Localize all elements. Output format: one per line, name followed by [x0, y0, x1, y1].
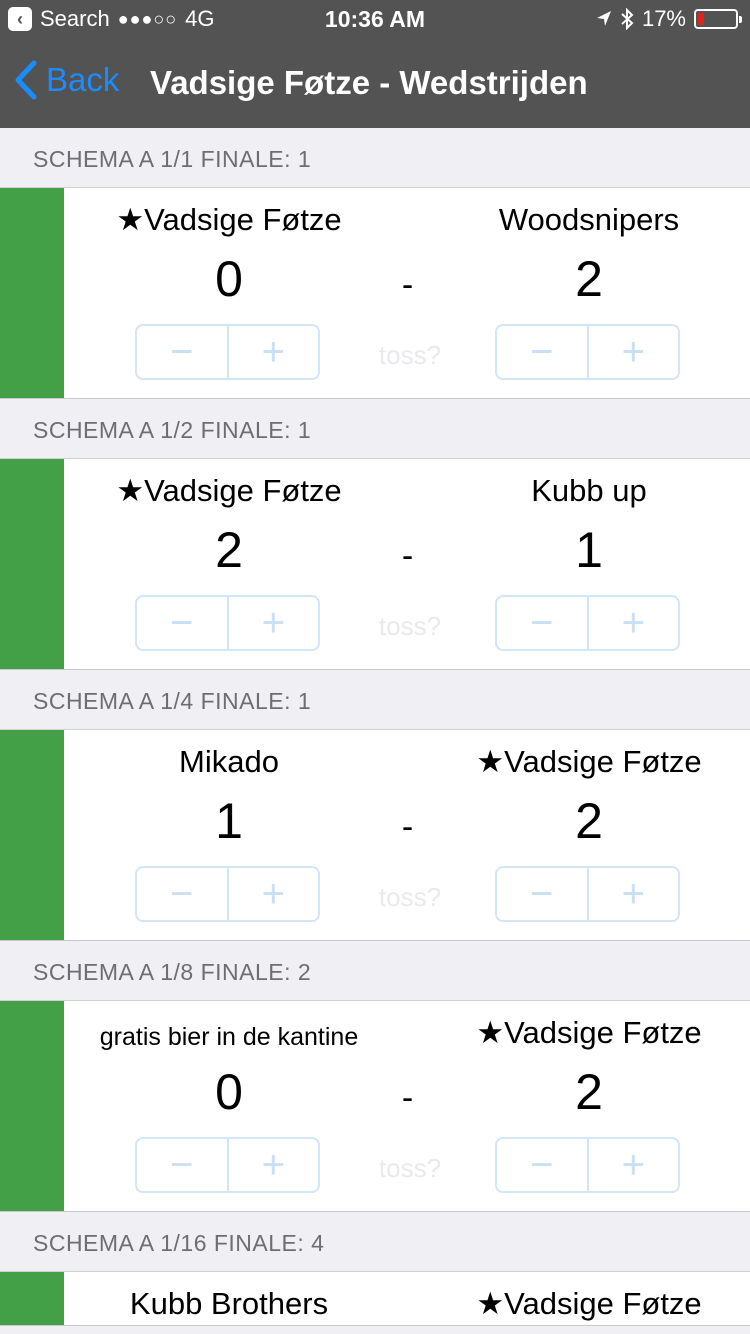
home-team-name: ★Vadsige Føtze: [116, 202, 342, 237]
match-row[interactable]: Kubb Brothers ★Vadsige Føtze: [0, 1272, 750, 1326]
decrement-button[interactable]: −: [497, 1139, 587, 1191]
bluetooth-icon: [621, 8, 634, 30]
section-header: SCHEMA A 1/8 FINALE: 2: [0, 941, 750, 1001]
section-header: SCHEMA A 1/4 FINALE: 1: [0, 670, 750, 730]
match-row[interactable]: gratis bier in de kantine ★Vadsige Føtze 0…: [0, 1001, 750, 1212]
away-team-name: ★Vadsige Føtze: [476, 744, 702, 779]
match-row[interactable]: ★Vadsige Føtze Kubb up 2-1 toss? − + − +: [0, 459, 750, 670]
decrement-button[interactable]: −: [497, 597, 587, 649]
home-team-name: ★Vadsige Føtze: [116, 473, 342, 508]
decrement-button[interactable]: −: [137, 868, 227, 920]
increment-button[interactable]: +: [226, 1139, 319, 1191]
away-score: 2: [575, 251, 603, 307]
home-team-name: Mikado: [179, 744, 279, 779]
home-team-name: Kubb Brothers: [129, 1286, 329, 1321]
status-right: 17%: [596, 6, 742, 32]
away-score-stepper[interactable]: − +: [495, 595, 680, 651]
increment-button[interactable]: +: [586, 597, 679, 649]
home-score-stepper[interactable]: − +: [135, 1137, 320, 1193]
decrement-button[interactable]: −: [137, 597, 227, 649]
increment-button[interactable]: +: [586, 1139, 679, 1191]
home-team-name: gratis bier in de kantine: [99, 1023, 359, 1051]
chevron-left-icon: [15, 60, 37, 100]
toss-button[interactable]: toss?: [335, 1153, 485, 1184]
away-team-name: ★Vadsige Føtze: [476, 1015, 702, 1050]
toss-button[interactable]: toss?: [335, 882, 485, 913]
away-score-stepper[interactable]: − +: [495, 866, 680, 922]
away-score: 2: [575, 1064, 603, 1120]
home-score-stepper[interactable]: − +: [135, 595, 320, 651]
status-bar: ‹ Search ●●●○○ 4G 10:36 AM 17%: [0, 0, 750, 40]
home-score-stepper[interactable]: − +: [135, 866, 320, 922]
toss-button[interactable]: toss?: [335, 340, 485, 371]
match-row[interactable]: ★Vadsige Føtze Woodsnipers 0-2 toss? − + − +: [0, 188, 750, 399]
increment-button[interactable]: +: [586, 326, 679, 378]
increment-button[interactable]: +: [586, 868, 679, 920]
page-title: Vadsige Føtze - Wedstrijden: [150, 64, 588, 101]
battery-percent: 17%: [641, 6, 686, 31]
home-score-stepper[interactable]: − +: [135, 324, 320, 380]
battery-icon: [694, 9, 742, 29]
section-header: SCHEMA A 1/2 FINALE: 1: [0, 399, 750, 459]
decrement-button[interactable]: −: [497, 326, 587, 378]
away-score-stepper[interactable]: − +: [495, 1137, 680, 1193]
decrement-button[interactable]: −: [137, 326, 227, 378]
increment-button[interactable]: +: [226, 868, 319, 920]
section-header: SCHEMA A 1/1 FINALE: 1: [0, 128, 750, 188]
back-button[interactable]: Back: [14, 60, 119, 100]
battery-level: [698, 13, 704, 25]
match-list: SCHEMA A 1/1 FINALE: 1 ★Vadsige Føtze Wood…: [0, 128, 750, 1326]
match-status-strip: [0, 1272, 64, 1325]
away-score: 2: [575, 793, 603, 849]
away-team-name: ★Vadsige Føtze: [476, 1286, 702, 1321]
section-header: SCHEMA A 1/16 FINALE: 4: [0, 1212, 750, 1272]
increment-button[interactable]: +: [226, 597, 319, 649]
away-team-name: Woodsnipers: [498, 202, 680, 237]
away-score-stepper[interactable]: − +: [495, 324, 680, 380]
decrement-button[interactable]: −: [497, 868, 587, 920]
decrement-button[interactable]: −: [137, 1139, 227, 1191]
increment-button[interactable]: +: [226, 326, 319, 378]
match-row[interactable]: Mikado ★Vadsige Føtze 1-2 toss? − + − +: [0, 730, 750, 941]
away-score: 1: [575, 522, 603, 578]
away-team-name: Kubb up: [531, 473, 647, 508]
location-icon: [596, 11, 611, 26]
navigation-bar: Back Vadsige Føtze - Wedstrijden: [0, 40, 750, 128]
back-label[interactable]: Back: [46, 61, 119, 99]
toss-button[interactable]: toss?: [335, 611, 485, 642]
